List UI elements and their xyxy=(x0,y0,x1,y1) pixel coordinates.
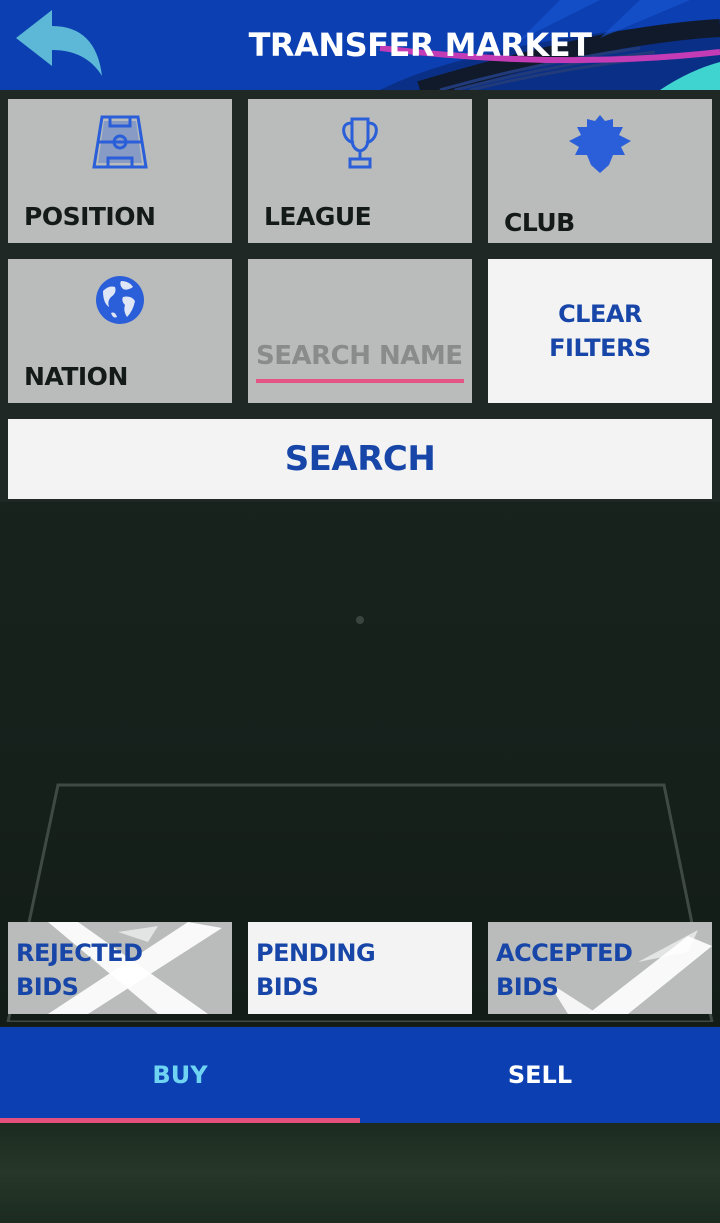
transfer-market-screen: TRANSFER MARKET POSITION LEAGUE CLUB NAT… xyxy=(0,0,720,1223)
bottom-background xyxy=(0,1123,720,1223)
position-label: POSITION xyxy=(24,202,156,231)
pending-bids-label: PENDING BIDS xyxy=(256,939,376,1001)
pending-bids-button[interactable]: PENDING BIDS xyxy=(248,922,472,1014)
trophy-icon xyxy=(342,117,378,169)
accepted-bids-label: ACCEPTED BIDS xyxy=(496,939,633,1001)
clear-filters-button[interactable]: CLEAR FILTERS xyxy=(488,259,712,403)
tab-buy[interactable]: BUY xyxy=(0,1027,360,1123)
position-filter-button[interactable]: POSITION xyxy=(8,99,232,243)
globe-icon xyxy=(96,276,144,324)
page-title: TRANSFER MARKET xyxy=(248,26,592,64)
pitch-icon xyxy=(92,115,148,169)
nation-label: NATION xyxy=(24,362,128,391)
tab-sell[interactable]: SELL xyxy=(360,1027,720,1123)
clear-filters-label: CLEAR FILTERS xyxy=(549,300,651,362)
club-label: CLUB xyxy=(504,208,575,237)
search-name-tile xyxy=(248,259,472,403)
league-label: LEAGUE xyxy=(264,202,372,231)
bottom-tab-bar: BUY SELL xyxy=(0,1027,720,1123)
accepted-bids-button[interactable]: ACCEPTED BIDS xyxy=(488,922,712,1014)
rejected-bids-button[interactable]: REJECTED BIDS xyxy=(8,922,232,1014)
club-filter-button[interactable]: CLUB xyxy=(488,99,712,243)
club-crest-icon xyxy=(569,115,631,173)
search-name-input[interactable] xyxy=(256,333,464,383)
league-filter-button[interactable]: LEAGUE xyxy=(248,99,472,243)
search-button[interactable]: SEARCH xyxy=(8,419,712,499)
nation-filter-button[interactable]: NATION xyxy=(8,259,232,403)
header-bar: TRANSFER MARKET xyxy=(0,0,720,90)
rejected-bids-label: REJECTED BIDS xyxy=(16,939,143,1001)
